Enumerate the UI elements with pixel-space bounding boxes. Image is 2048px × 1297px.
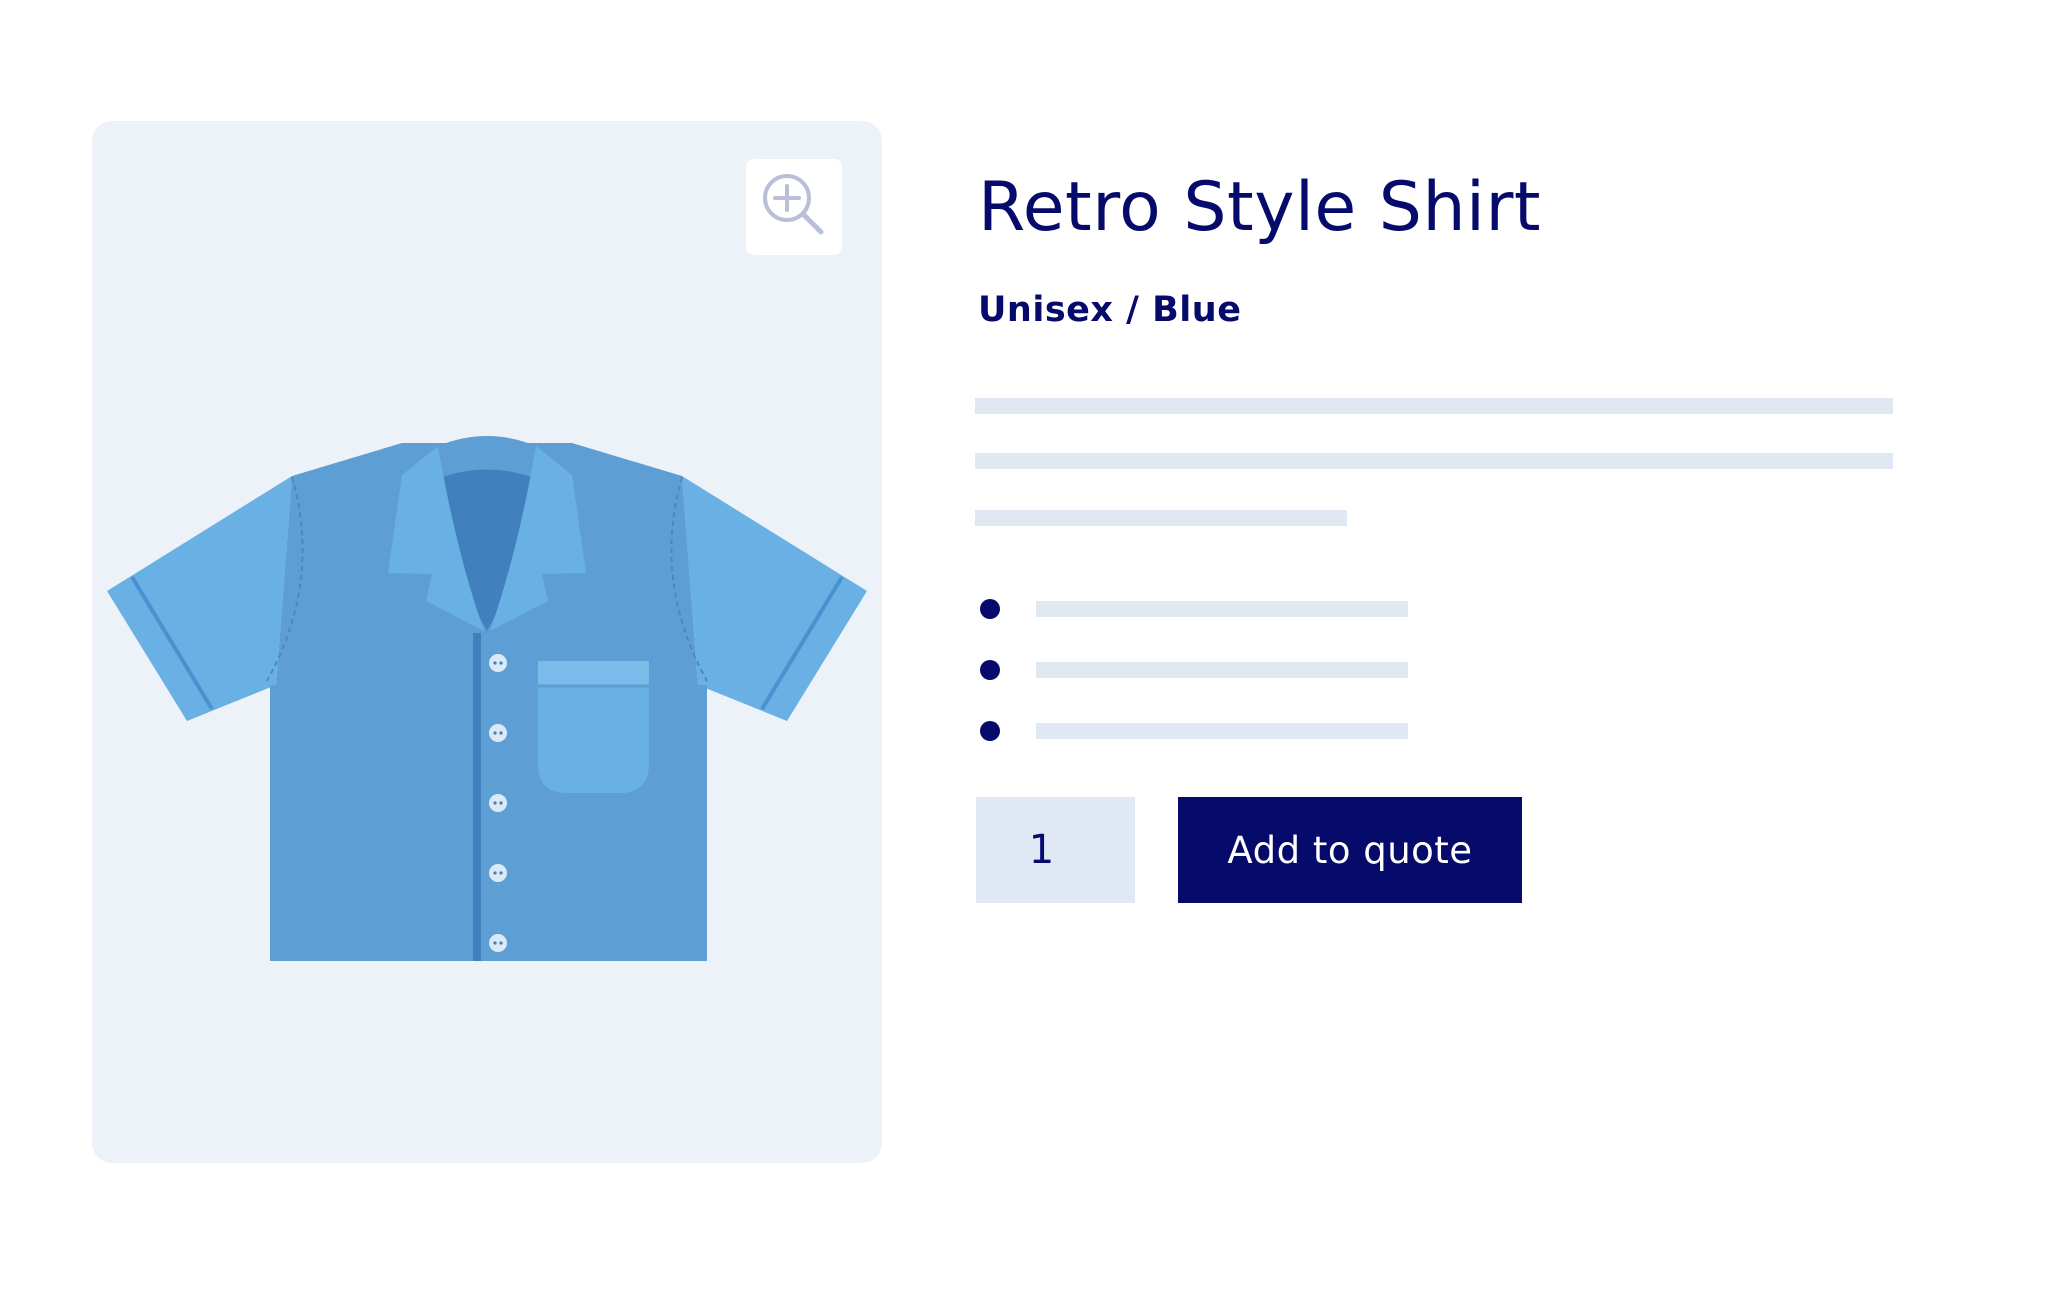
description-line-placeholder	[975, 453, 1893, 469]
feature-text-placeholder	[1036, 601, 1408, 617]
bullet-icon	[980, 599, 1000, 619]
quantity-input[interactable]: 1	[976, 797, 1135, 903]
zoom-button[interactable]	[746, 159, 842, 255]
product-image[interactable]	[92, 271, 882, 961]
feature-text-placeholder	[1036, 662, 1408, 678]
feature-list-item	[978, 650, 1418, 711]
description-line-placeholder	[975, 510, 1347, 526]
description-line-placeholder	[975, 398, 1893, 414]
feature-list-item	[978, 589, 1418, 650]
bullet-icon	[980, 660, 1000, 680]
feature-list-item	[978, 711, 1418, 772]
shirt-illustration	[107, 436, 867, 961]
product-title: Retro Style Shirt	[978, 168, 1542, 247]
feature-list	[978, 589, 1418, 772]
bullet-icon	[980, 721, 1000, 741]
zoom-in-icon	[763, 174, 824, 235]
product-image-panel	[92, 121, 882, 1163]
feature-text-placeholder	[1036, 723, 1408, 739]
product-variant: Unisex / Blue	[978, 290, 1242, 330]
add-to-quote-button[interactable]: Add to quote	[1178, 797, 1522, 903]
